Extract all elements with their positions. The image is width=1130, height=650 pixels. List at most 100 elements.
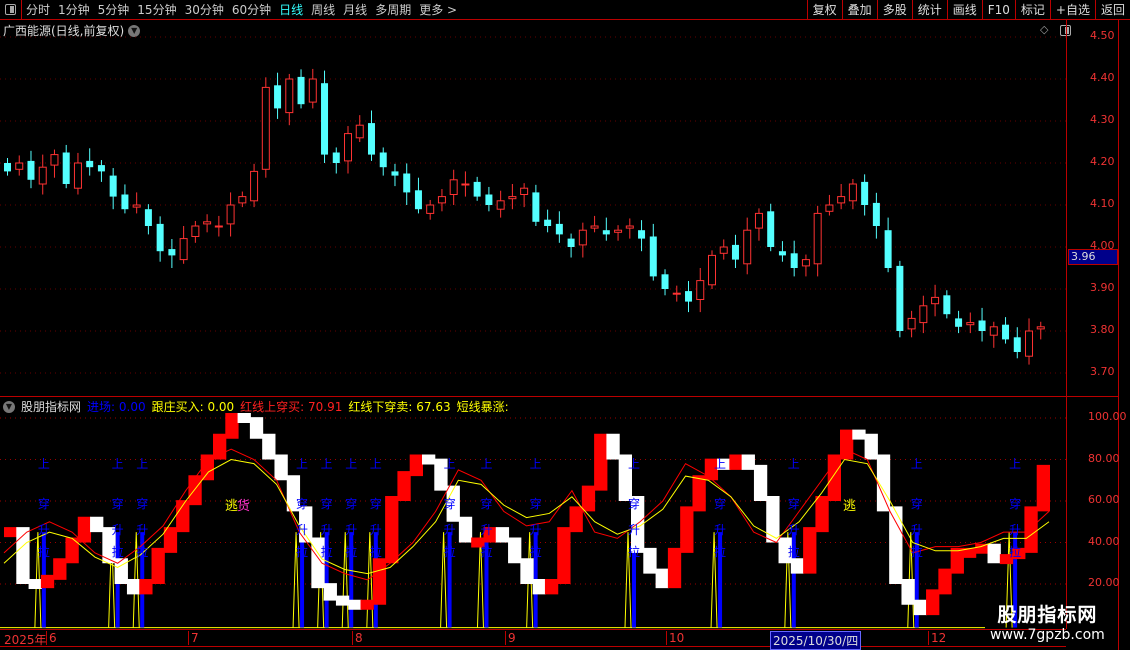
candle: [121, 194, 129, 210]
signal-char: 穿: [111, 497, 124, 511]
candle: [344, 133, 353, 162]
block-up: [372, 558, 387, 605]
candle: [767, 211, 775, 247]
candle: [848, 183, 857, 202]
chart-canvas[interactable]: 逃货逃: [0, 0, 1130, 650]
signal-char: 上: [910, 457, 923, 471]
candle: [414, 190, 422, 210]
chevron-down-icon[interactable]: ▼: [3, 400, 15, 413]
candle: [778, 251, 786, 256]
candle: [403, 173, 411, 193]
block-up: [151, 547, 165, 584]
candle: [731, 244, 739, 260]
candle: [978, 320, 986, 331]
block-down: [495, 527, 510, 543]
signal-char: 拉: [627, 545, 640, 559]
block-down: [114, 558, 128, 584]
block-up: [385, 496, 399, 564]
candle: [813, 212, 822, 265]
block-down: [335, 595, 350, 606]
candle: [226, 204, 235, 225]
candle: [285, 78, 294, 114]
price-tick: 3.80: [1090, 323, 1115, 336]
candle: [238, 196, 247, 204]
block-up: [692, 475, 706, 512]
signal-char: 升: [627, 523, 640, 537]
signal-char: 拉: [787, 545, 800, 559]
candle: [332, 152, 340, 163]
watermark-name: 股朋指标网: [997, 604, 1098, 626]
candle: [955, 318, 963, 327]
signal-char: 上: [296, 457, 309, 471]
signal-char: 升: [443, 523, 456, 537]
time-label: 7: [188, 631, 199, 645]
block-down: [741, 454, 755, 470]
signal-char: 拉: [136, 545, 149, 559]
time-label: 6: [46, 631, 57, 645]
block-up: [827, 454, 841, 501]
time-label: 9: [505, 631, 516, 645]
block-up: [544, 579, 559, 595]
block-down: [889, 506, 903, 584]
block-up: [40, 574, 55, 589]
candle: [109, 175, 117, 197]
signal-char: 上: [714, 457, 727, 471]
candle: [931, 296, 940, 305]
signal-char: 穿: [714, 497, 727, 511]
signal-char: 上: [787, 457, 800, 471]
signal-char: 穿: [910, 497, 923, 511]
price-tick: 4.40: [1090, 71, 1115, 84]
candle: [555, 223, 563, 235]
candle: [1025, 330, 1034, 357]
signal-char: 穿: [787, 497, 800, 511]
signal-char: 升: [529, 523, 542, 537]
candle: [179, 238, 188, 261]
block-down: [655, 568, 669, 589]
candle: [191, 225, 200, 237]
signal-char: 上: [480, 457, 493, 471]
candle: [391, 171, 399, 176]
signal-char: 穿: [369, 497, 382, 511]
candle: [567, 238, 575, 247]
block-up: [53, 558, 67, 580]
block-up: [213, 433, 227, 460]
block-down: [249, 417, 264, 439]
signal-char: 穿: [529, 497, 542, 511]
candle: [473, 181, 481, 197]
block-up: [569, 506, 583, 533]
signal-char: 上: [369, 457, 382, 471]
candle: [461, 183, 470, 186]
candle: [62, 152, 70, 184]
indicator-name[interactable]: 股朋指标网: [21, 398, 81, 415]
signal-char: 穿: [345, 497, 358, 511]
candle: [943, 295, 951, 315]
price-axis-line: [1066, 20, 1067, 396]
candle: [4, 163, 11, 172]
price-tick: 3.70: [1090, 365, 1115, 378]
candle: [426, 204, 435, 214]
candle: [508, 196, 517, 200]
pane-divider[interactable]: [0, 396, 1118, 397]
legend-item: 红线下穿卖: 67.63: [348, 400, 451, 414]
candle: [144, 209, 152, 226]
candle: [544, 219, 552, 226]
signal-char: 升: [111, 523, 124, 537]
signal-char: 上: [443, 457, 456, 471]
block-up: [729, 454, 743, 470]
block-down: [520, 558, 534, 584]
candle: [825, 204, 834, 212]
candle: [1036, 326, 1045, 330]
escape-label: 逃: [843, 499, 856, 514]
candle: [449, 179, 458, 196]
signal-char: 升: [37, 523, 50, 537]
candle: [649, 236, 657, 277]
block-down: [643, 547, 657, 574]
price-tick: 4.10: [1090, 197, 1115, 210]
candle: [297, 76, 305, 105]
block-up: [680, 506, 694, 553]
candle: [27, 160, 35, 180]
block-up: [139, 579, 153, 595]
signal-char: 拉: [910, 545, 923, 559]
block-up: [938, 568, 952, 595]
block-up: [975, 543, 989, 554]
